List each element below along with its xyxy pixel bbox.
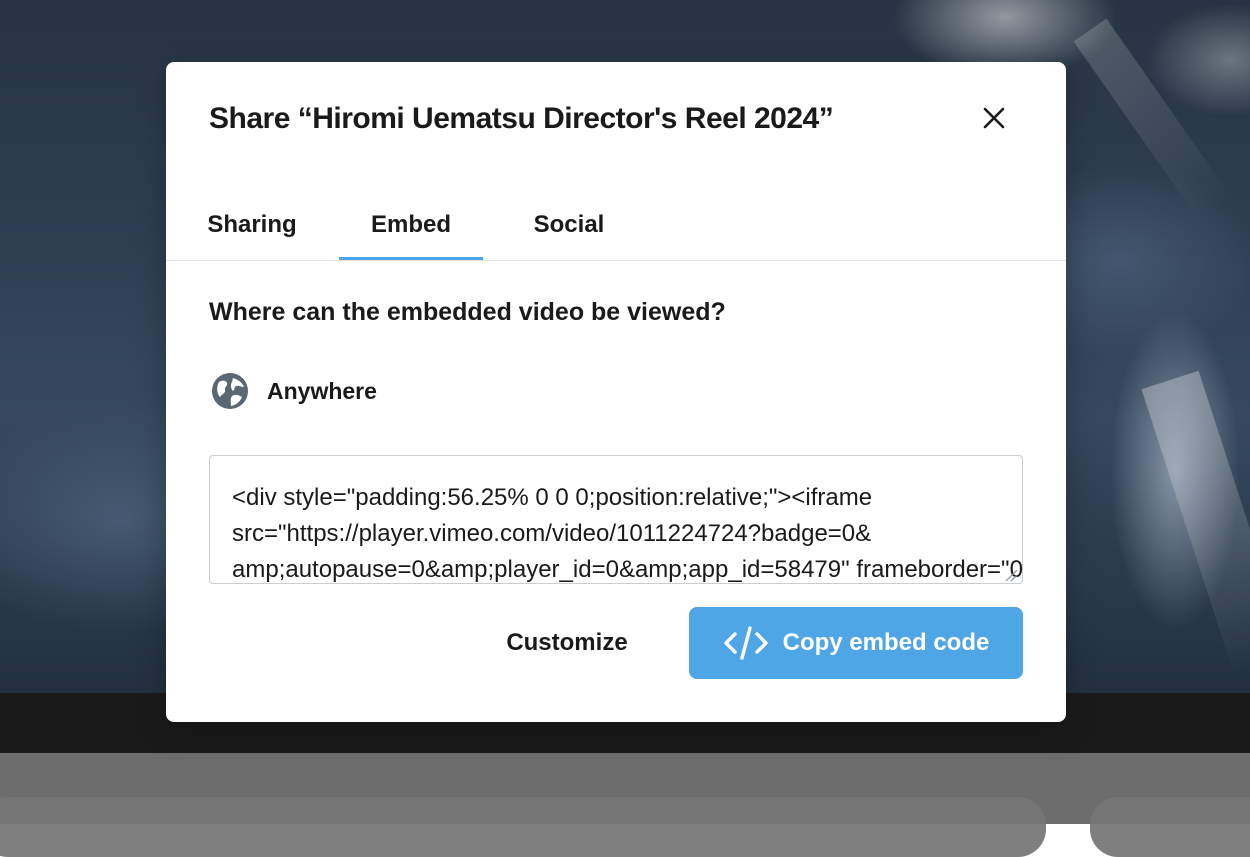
tab-label: Sharing (207, 211, 297, 238)
privacy-label: Anywhere (267, 377, 377, 404)
close-icon (983, 107, 1005, 129)
tab-embed[interactable]: Embed (339, 192, 483, 260)
customize-button[interactable]: Customize (481, 607, 653, 679)
privacy-selector[interactable]: Anywhere (211, 371, 377, 411)
tab-sharing[interactable]: Sharing (186, 192, 318, 258)
copy-embed-code-label: Copy embed code (782, 629, 990, 656)
tab-label: Embed (370, 211, 451, 238)
close-button[interactable] (976, 100, 1012, 136)
resize-handle-icon[interactable] (1004, 568, 1018, 582)
tab-label: Social (533, 211, 605, 238)
share-tabs: Sharing Embed Social (166, 192, 1066, 261)
copy-embed-code-button[interactable]: Copy embed code (689, 607, 1023, 679)
tab-social[interactable]: Social (506, 192, 632, 258)
share-modal: Share “Hiromi Uematsu Director's Reel 20… (166, 62, 1066, 722)
embed-code-textarea[interactable]: <div style="padding:56.25% 0 0 0;positio… (209, 455, 1023, 584)
code-icon (723, 626, 768, 660)
embed-privacy-heading: Where can the embedded video be viewed? (209, 298, 726, 326)
globe-icon (212, 373, 248, 409)
modal-title: Share “Hiromi Uematsu Director's Reel 20… (209, 102, 834, 135)
